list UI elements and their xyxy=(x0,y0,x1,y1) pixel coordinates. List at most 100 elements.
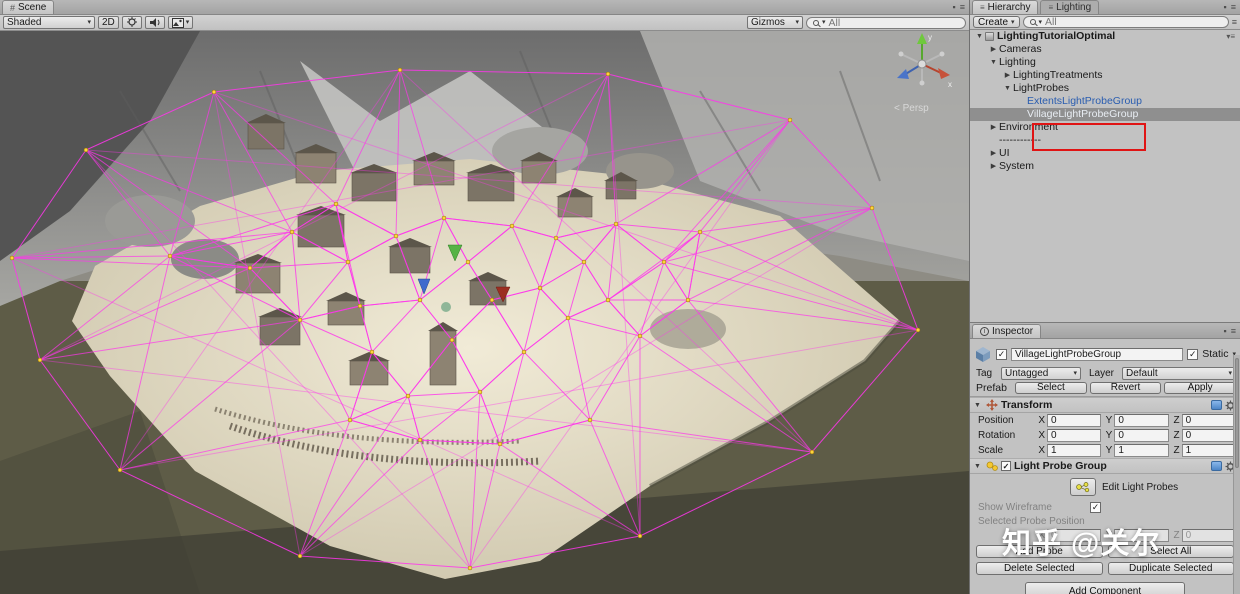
tab-hierarchy[interactable]: ≡ Hierarchy xyxy=(972,0,1039,14)
layer-dropdown[interactable]: Default ▾ xyxy=(1122,367,1236,380)
hierarchy-item-cameras[interactable]: ▶ Cameras xyxy=(970,43,1240,56)
expand-arrow[interactable]: ▼ xyxy=(974,463,983,470)
hierarchy-item-lightprobes[interactable]: ▼ LightProbes xyxy=(970,82,1240,95)
hierarchy-item-lightingtutorialoptimal[interactable]: ▼ LightingTutorialOptimal ▾≡ xyxy=(970,30,1240,43)
unity-editor-window: # Scene ▪ ≡ Shaded ▾ 2D ▾ Gizmos ▾ ▾ All… xyxy=(0,0,1240,594)
panel-lock-icon[interactable]: ▪ xyxy=(1224,326,1227,336)
scene-viewport[interactable]: x y < Persp xyxy=(0,31,969,594)
shaded-dropdown[interactable]: Shaded ▾ xyxy=(3,16,95,29)
transform-position-y-field[interactable]: 0 xyxy=(1114,414,1169,427)
light-probe-group-title: Light Probe Group xyxy=(1014,460,1107,472)
transform-rotation-x-field[interactable]: 0 xyxy=(1047,429,1102,442)
scene-toolbar: Shaded ▾ 2D ▾ Gizmos ▾ ▾ All xyxy=(0,15,969,31)
axis-label-x: X xyxy=(1038,430,1045,441)
expand-arrow[interactable]: ▼ xyxy=(1002,82,1013,95)
add-component-button[interactable]: Add Component xyxy=(1025,582,1185,594)
lighting-tab-icon: ≡ xyxy=(1048,3,1054,12)
hierarchy-item-label: VillageLightProbeGroup xyxy=(1027,108,1139,120)
create-button[interactable]: Create ▾ xyxy=(973,16,1020,28)
show-wireframe-checkbox[interactable]: ✓ xyxy=(1090,502,1101,513)
chevron-down-icon: ▾ xyxy=(1011,18,1015,26)
scene-lighting-toggle[interactable] xyxy=(121,16,142,29)
component-enabled-checkbox[interactable]: ✓ xyxy=(1001,461,1011,471)
expand-arrow[interactable]: ▶ xyxy=(1002,69,1013,82)
persp-label[interactable]: < Persp xyxy=(894,103,929,114)
prefab-revert-button[interactable]: Revert xyxy=(1089,381,1162,394)
2d-toggle-button[interactable]: 2D xyxy=(98,16,119,29)
transform-position-z-field[interactable]: 0 xyxy=(1181,414,1236,427)
edit-light-probes-label[interactable]: Edit Light Probes xyxy=(1102,482,1178,493)
hierarchy-item-lighting[interactable]: ▼ Lighting xyxy=(970,56,1240,69)
transform-rotation-label: Rotation xyxy=(978,430,1016,441)
hierarchy-item-system[interactable]: ▶ System xyxy=(970,160,1240,173)
edit-light-probes-icon-button[interactable] xyxy=(1070,478,1096,496)
prefab-apply-button[interactable]: Apply xyxy=(1164,381,1237,394)
transform-scale-y-field[interactable]: 1 xyxy=(1114,444,1169,457)
prefab-select-button[interactable]: Select xyxy=(1015,381,1087,394)
hierarchy-item-label: LightingTutorialOptimal xyxy=(997,30,1116,42)
create-label: Create xyxy=(978,16,1009,28)
hierarchy-item-villagelightprobegroup[interactable]: VillageLightProbeGroup xyxy=(970,108,1240,121)
hierarchy-search-value: All xyxy=(1045,16,1057,28)
scene-menu-icon[interactable]: ▾≡ xyxy=(1226,30,1240,43)
expand-arrow[interactable]: ▶ xyxy=(988,121,999,134)
tag-layer-row: Tag Untagged ▾ Layer Default ▾ xyxy=(970,366,1240,381)
inspector-tabstrip: Inspector ▪ ≡ xyxy=(970,323,1240,339)
probe-position-z-field: 0 xyxy=(1181,529,1236,542)
tag-dropdown[interactable]: Untagged ▾ xyxy=(1001,367,1081,380)
transform-scale-z-field[interactable]: 1 xyxy=(1181,444,1236,457)
hierarchy-item-label: ------------ xyxy=(999,134,1041,146)
transform-scale-x-field[interactable]: 1 xyxy=(1047,444,1102,457)
object-name-field[interactable]: VillageLightProbeGroup xyxy=(1011,347,1184,361)
tab-lighting[interactable]: ≡ Lighting xyxy=(1040,0,1100,14)
hierarchy-toolbar: Create ▾ ▾ All ≡ xyxy=(970,15,1240,30)
hierarchy-search-input[interactable]: ▾ All xyxy=(1022,16,1229,28)
transform-position-x-field[interactable]: 0 xyxy=(1047,414,1102,427)
panel-menu-icon[interactable]: ≡ xyxy=(960,2,965,12)
hierarchy-item-ui[interactable]: ▶ UI xyxy=(970,147,1240,160)
search-icon xyxy=(813,19,819,26)
hierarchy-item-environment[interactable]: ▶ Environment xyxy=(970,121,1240,134)
panel-menu-icon[interactable]: ≡ xyxy=(1231,326,1236,336)
hierarchy-item-extentslightprobegroup[interactable]: ExtentsLightProbeGroup xyxy=(970,95,1240,108)
hierarchy-tab-label: Hierarchy xyxy=(987,2,1031,13)
hierarchy-item-lightingtreatments[interactable]: ▶ LightingTreatments xyxy=(970,69,1240,82)
expand-arrow[interactable]: ▼ xyxy=(988,56,999,69)
hierarchy-filter-icon[interactable]: ≡ xyxy=(1232,17,1237,27)
expand-arrow[interactable]: ▶ xyxy=(988,160,999,173)
lightbulb-icon xyxy=(126,17,137,27)
tab-inspector[interactable]: Inspector xyxy=(972,324,1042,338)
scene-effects-dropdown[interactable]: ▾ xyxy=(167,16,194,29)
expand-arrow[interactable]: ▼ xyxy=(974,402,983,409)
light-probe-group-header[interactable]: ▼ ✓ Light Probe Group xyxy=(970,458,1240,474)
inspector-scrollbar[interactable] xyxy=(1233,355,1240,594)
duplicate-selected-button[interactable]: Duplicate Selected xyxy=(1107,562,1234,575)
gameobject-header: ✓ VillageLightProbeGroup ✓ Static ▾ xyxy=(970,342,1240,366)
expand-arrow[interactable]: ▶ xyxy=(988,43,999,56)
transform-rotation-y-field[interactable]: 0 xyxy=(1114,429,1169,442)
panel-lock-icon[interactable]: ▪ xyxy=(1224,2,1227,12)
prefab-row: Prefab Select Revert Apply xyxy=(970,381,1240,397)
expand-arrow[interactable]: ▼ xyxy=(974,30,985,43)
hierarchy-item-label: LightProbes xyxy=(1013,82,1070,94)
transform-rotation-z-field[interactable]: 0 xyxy=(1181,429,1236,442)
scene-audio-toggle[interactable] xyxy=(144,16,165,29)
panel-menu-icon[interactable]: ≡ xyxy=(1231,2,1236,12)
transform-component-header[interactable]: ▼ Transform xyxy=(970,397,1240,413)
gizmos-dropdown[interactable]: Gizmos ▾ xyxy=(747,16,803,29)
panel-lock-icon[interactable]: ▪ xyxy=(953,2,956,12)
help-book-icon[interactable] xyxy=(1211,400,1222,410)
axis-label-z: Z xyxy=(1173,415,1180,426)
delete-selected-button[interactable]: Delete Selected xyxy=(976,562,1103,575)
help-book-icon[interactable] xyxy=(1211,461,1222,471)
transform-position-label: Position xyxy=(978,415,1014,426)
hierarchy-item--[interactable]: ------------ xyxy=(970,134,1240,147)
static-checkbox[interactable]: ✓ xyxy=(1187,348,1199,360)
gizmo-y-label: y xyxy=(928,33,932,42)
active-checkbox[interactable]: ✓ xyxy=(996,348,1007,360)
inspector-icon xyxy=(980,327,989,336)
tab-scene[interactable]: # Scene xyxy=(2,0,55,14)
expand-arrow[interactable]: ▶ xyxy=(988,147,999,160)
scene-search-input[interactable]: ▾ All xyxy=(806,16,966,29)
edit-probes-icon xyxy=(1076,482,1090,493)
